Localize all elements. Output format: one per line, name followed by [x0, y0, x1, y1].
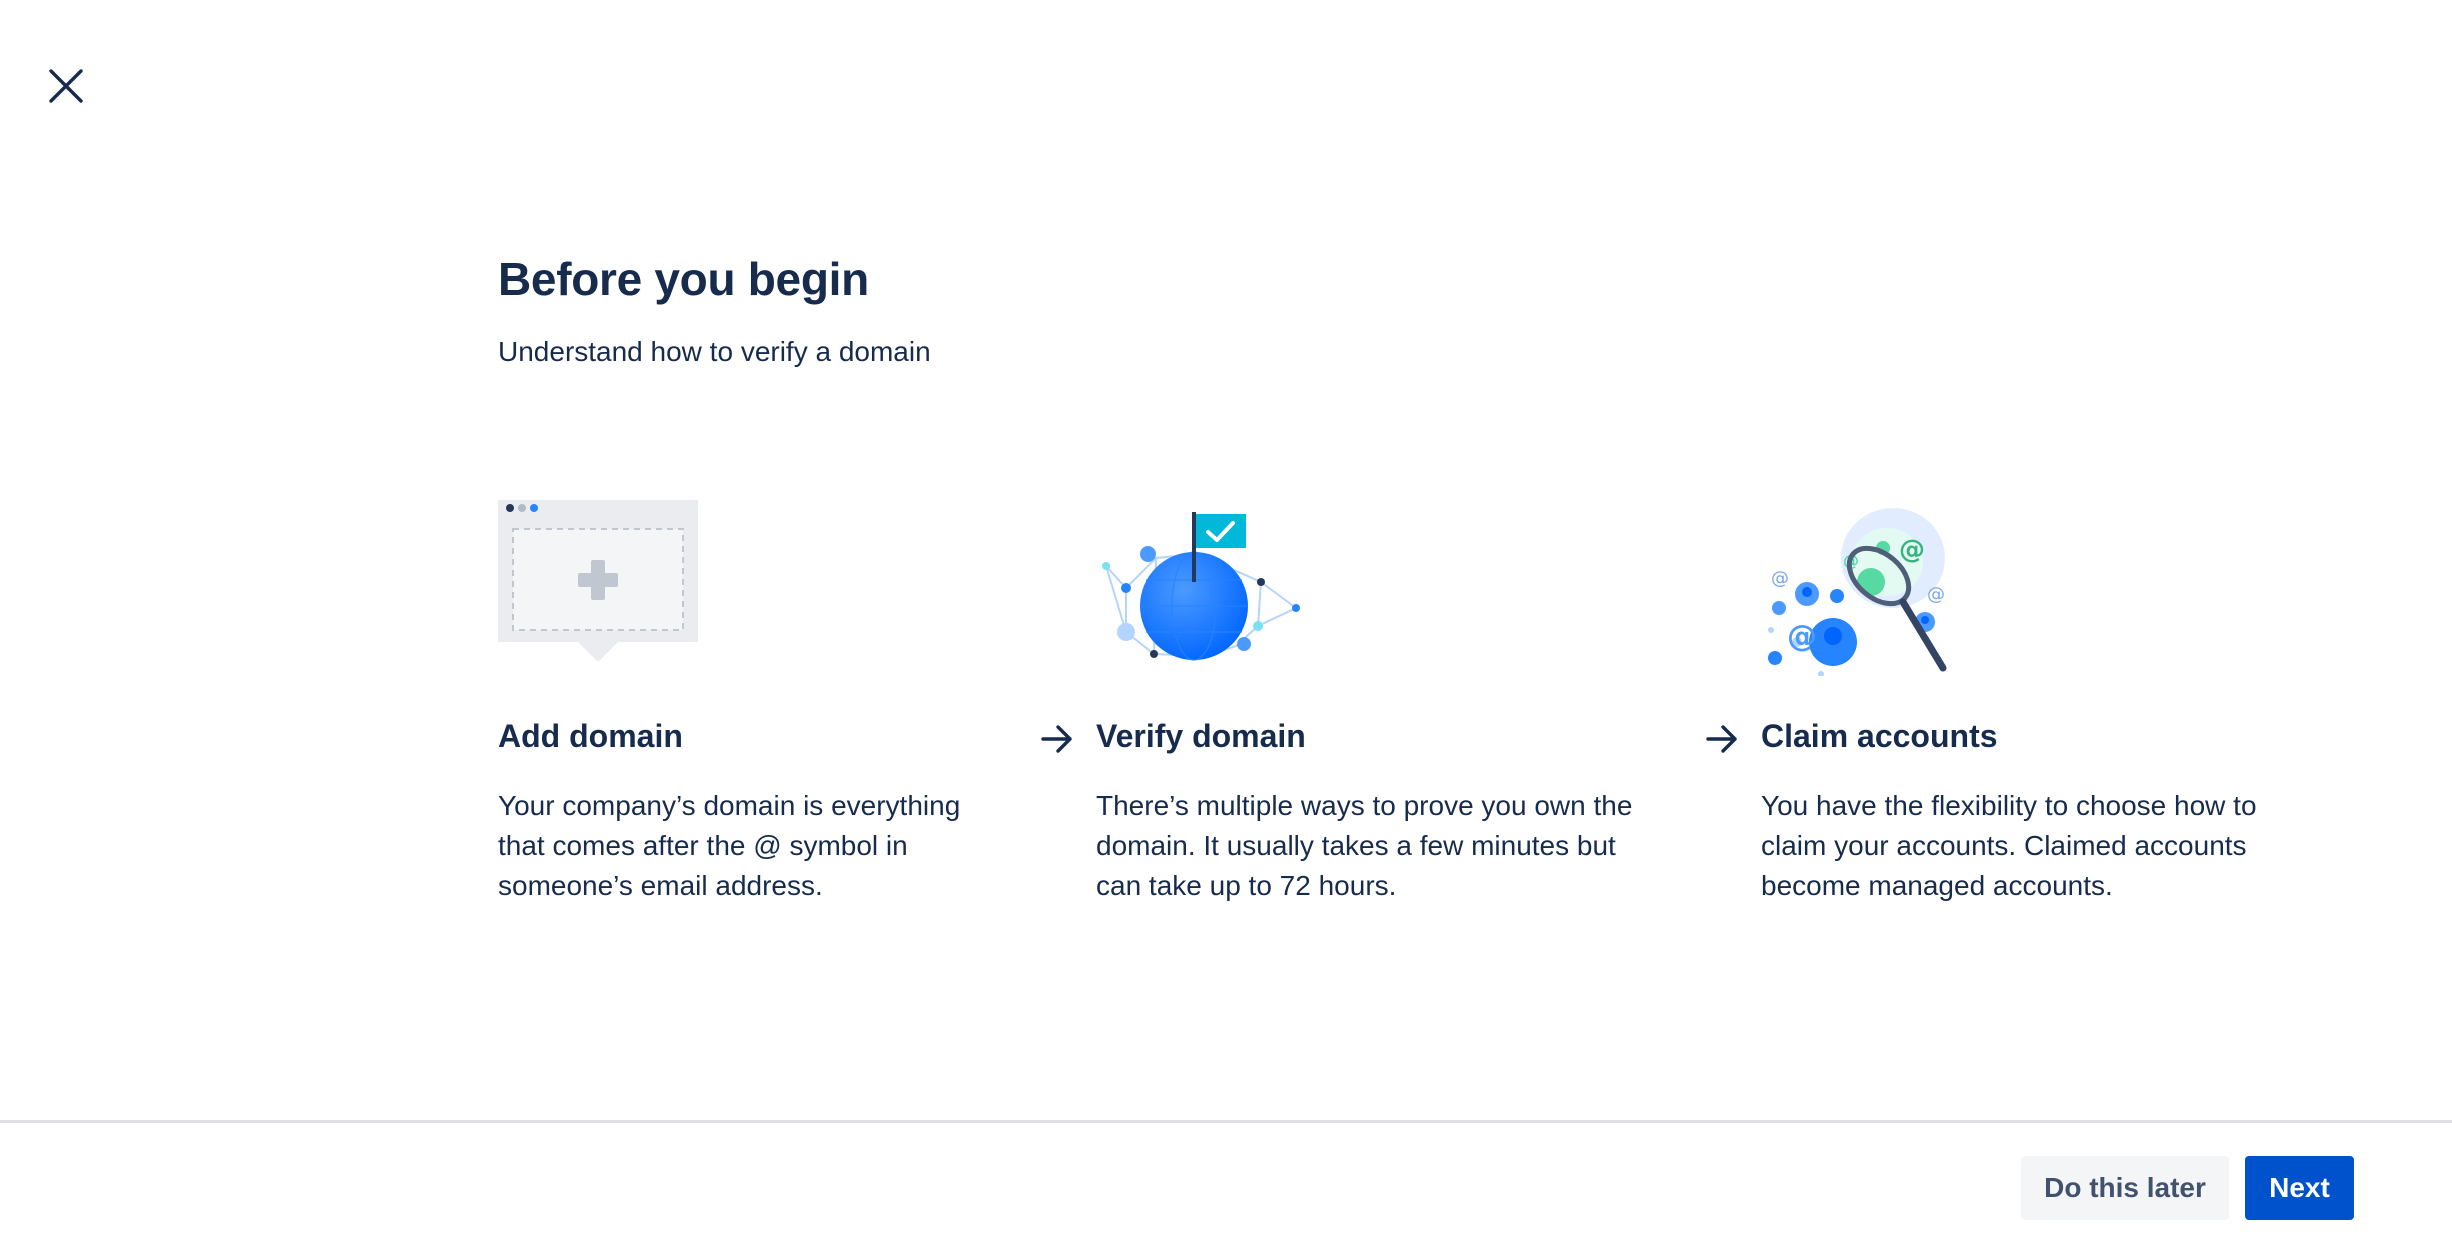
page-title: Before you begin: [498, 253, 869, 305]
verify-domain-onboarding: Before you begin Understand how to verif…: [0, 0, 2452, 1242]
arrow-right-icon: [1041, 725, 1072, 753]
step-title-claim-accounts: Claim accounts: [1761, 718, 1998, 754]
svg-text:@: @: [1927, 584, 1945, 605]
step-verify-domain: Verify domain There’s multiple ways to p…: [1096, 496, 1632, 901]
close-icon: [49, 69, 83, 103]
step-add-domain: Add domain Your company’s domain is ever…: [498, 496, 1018, 901]
step-title-verify-domain: Verify domain: [1096, 718, 1306, 754]
svg-text:@: @: [1899, 535, 1925, 565]
step-claim-accounts: @ @ @ @ @ Claim accounts You have the fl…: [1761, 496, 2281, 901]
add-domain-illustration: [498, 496, 1018, 676]
arrow-right-icon: [1706, 725, 1737, 753]
do-this-later-button[interactable]: Do this later: [2021, 1156, 2229, 1220]
step-description-claim-accounts: You have the flexibility to choose how t…: [1761, 790, 2257, 901]
step-description-add-domain: Your company’s domain is everything that…: [498, 790, 961, 901]
svg-text:@: @: [1771, 568, 1789, 589]
footer-divider: [0, 1120, 2452, 1123]
claim-accounts-net-illustration: @ @ @ @ @: [1761, 496, 2281, 677]
step-description-verify-domain: There’s multiple ways to prove you own t…: [1096, 790, 1633, 901]
next-button[interactable]: Next: [2245, 1156, 2354, 1220]
svg-text:@: @: [1787, 619, 1817, 654]
page-subtitle: Understand how to verify a domain: [498, 336, 931, 367]
step-title-add-domain: Add domain: [498, 718, 683, 754]
verify-domain-globe-illustration: [1096, 496, 1616, 676]
close-button[interactable]: [36, 56, 96, 116]
